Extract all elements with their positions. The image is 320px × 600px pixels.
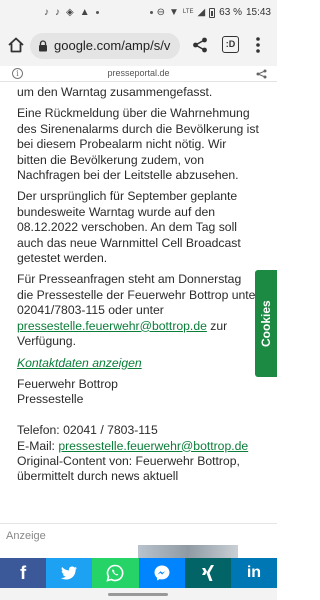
amp-header: i presseportal.de xyxy=(0,66,277,82)
phone-text: Telefon: 02041 / 7803-115 xyxy=(17,423,158,438)
app-icon: ▲ xyxy=(79,7,90,18)
cookies-button[interactable]: Cookies xyxy=(255,270,277,377)
battery-percent: 63 % xyxy=(219,7,242,18)
twitter-icon xyxy=(61,566,78,579)
whatsapp-icon xyxy=(106,564,124,582)
amp-share-icon[interactable] xyxy=(256,69,267,79)
article-paragraph: Für Presseanfragen steht am Donnerstag d… xyxy=(17,272,260,349)
xing-icon xyxy=(201,565,214,581)
divider xyxy=(0,523,277,524)
battery-icon xyxy=(209,7,216,18)
address-bar[interactable]: google.com/amp/s/v xyxy=(30,33,180,59)
messenger-share-button[interactable] xyxy=(138,558,185,588)
dot-icon xyxy=(149,11,153,14)
gesture-handle[interactable] xyxy=(108,593,168,596)
signal-icon: ◢ xyxy=(197,7,206,18)
lock-icon xyxy=(39,40,47,52)
article-body: um den Warntag zusammengefasst. Eine Rüc… xyxy=(17,82,277,507)
whatsapp-share-button[interactable] xyxy=(92,558,139,588)
org-name: Feuerwehr Bottrop xyxy=(17,376,118,391)
more-vert-icon[interactable] xyxy=(255,36,261,54)
tabs-icon[interactable]: :D xyxy=(222,36,239,53)
article-paragraph: Eine Rückmeldung über die Wahrnehmung de… xyxy=(17,106,259,183)
wifi-icon: ▼ xyxy=(169,7,179,18)
org-dept: Pressestelle xyxy=(17,392,84,407)
contact-details-link[interactable]: Kontaktdaten anzeigen xyxy=(17,356,277,371)
xing-share-button[interactable] xyxy=(184,558,231,588)
url-text: google.com/amp/s/v xyxy=(54,38,171,53)
linkedin-icon: in xyxy=(246,564,262,581)
linkedin-share-button[interactable]: in xyxy=(230,558,278,588)
facebook-icon: f xyxy=(20,562,27,583)
amp-domain[interactable]: presseportal.de xyxy=(0,68,277,78)
notification-icon: ◈ xyxy=(66,7,74,18)
more-notifications-icon xyxy=(95,11,99,14)
tiktok-icon-2: ♪ xyxy=(55,7,60,18)
ad-label: Anzeige xyxy=(6,530,46,542)
article-text: um den Warntag zusammengefasst. xyxy=(17,85,213,99)
article-paragraph: Der ursprünglich für September geplante … xyxy=(17,189,241,266)
social-share-bar: f in xyxy=(0,558,278,588)
tiktok-icon: ♪ xyxy=(44,7,49,18)
ad-image[interactable] xyxy=(138,545,238,559)
notification-icons: ♪ ♪ ◈ ▲ xyxy=(44,7,99,18)
dnd-icon: ⊖ xyxy=(156,7,165,18)
home-icon[interactable] xyxy=(6,35,26,55)
system-icons: ⊖ ▼ LTE ◢ 63 % 15:43 xyxy=(149,7,271,18)
clock: 15:43 xyxy=(245,7,271,18)
email-link-2[interactable]: pressestelle.feuerwehr@bottrop.de xyxy=(58,439,248,453)
share-icon[interactable] xyxy=(191,36,209,54)
facebook-share-button[interactable]: f xyxy=(0,558,47,588)
twitter-share-button[interactable] xyxy=(46,558,93,588)
network-type: LTE xyxy=(182,9,194,15)
messenger-icon xyxy=(154,565,170,581)
system-nav-bar xyxy=(0,588,277,600)
status-bar: ♪ ♪ ◈ ▲ ⊖ ▼ LTE ◢ 63 % 15:43 xyxy=(0,0,277,26)
browser-toolbar: google.com/amp/s/v :D xyxy=(0,26,277,66)
org-block: Feuerwehr Bottrop Pressestelle Telefon: … xyxy=(17,377,277,485)
email-link[interactable]: pressestelle.feuerwehr@bottrop.de xyxy=(17,319,207,333)
